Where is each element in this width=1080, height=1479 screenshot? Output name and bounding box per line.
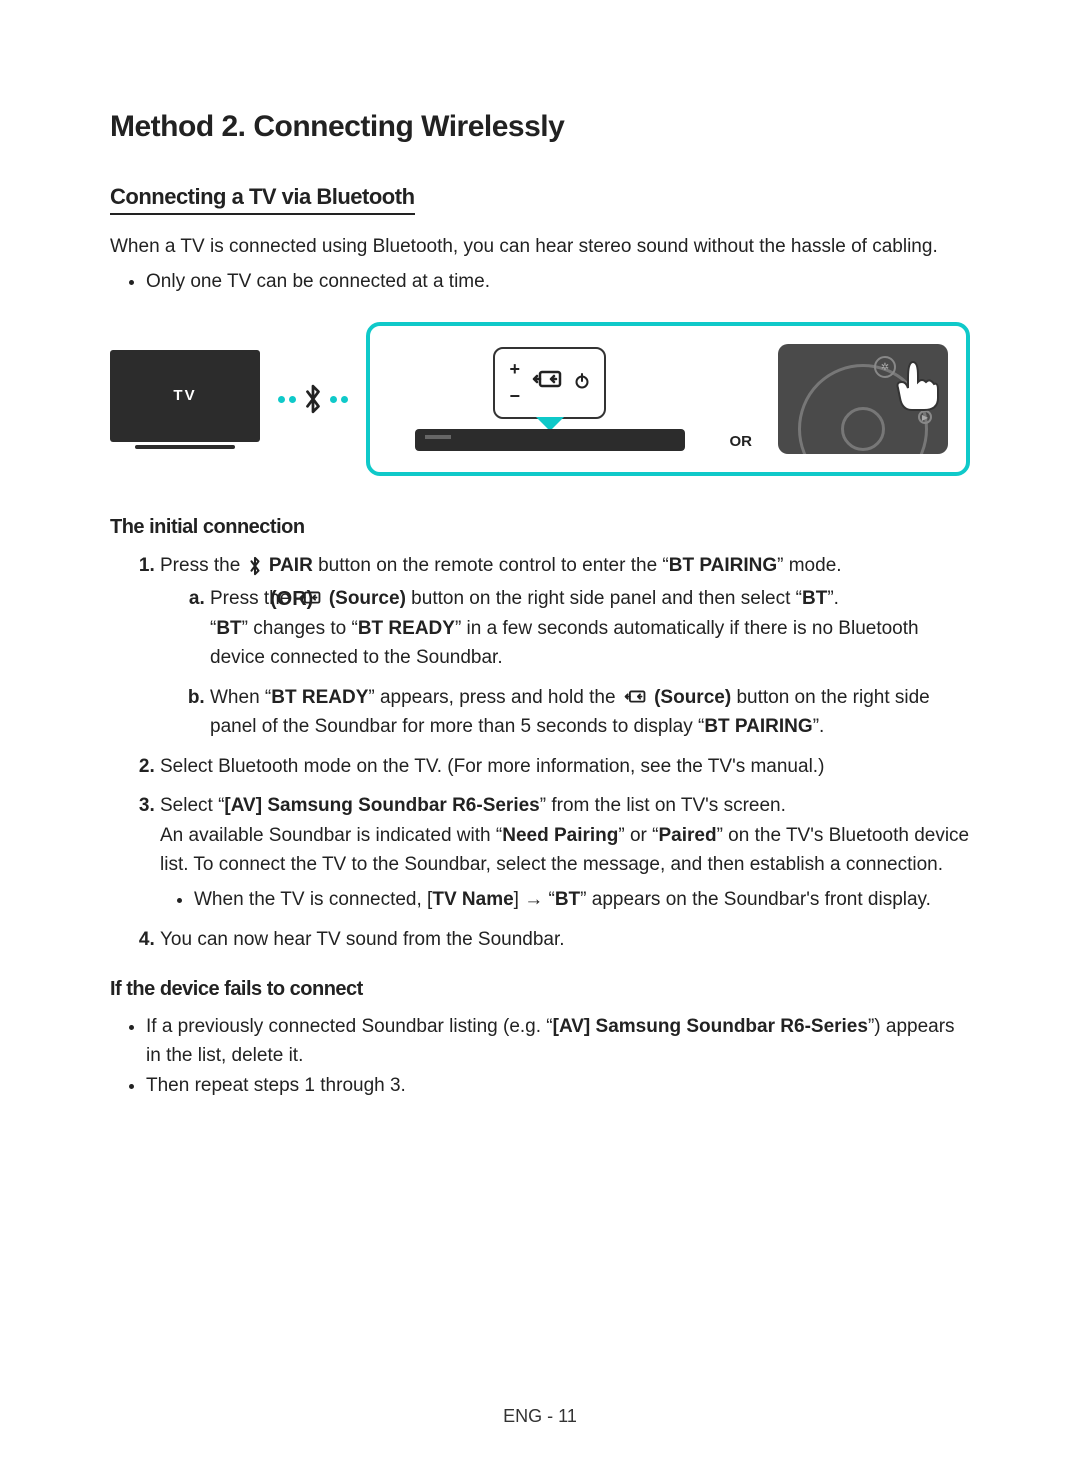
- text: ” from the list on TV's screen.: [540, 795, 786, 816]
- signal-dot: [330, 396, 337, 403]
- bt-pairing-label: BT PAIRING: [704, 716, 812, 737]
- bluetooth-icon: [302, 384, 324, 414]
- bt-label: BT: [216, 618, 241, 639]
- fail-bullets: If a previously connected Soundbar listi…: [110, 1013, 970, 1101]
- bullet-one-tv: Only one TV can be connected at a time.: [146, 268, 970, 297]
- step-3-bullets: When the TV is connected, [TV Name] → “B…: [160, 885, 970, 914]
- fail-bullet-repeat: Then repeat steps 1 through 3.: [146, 1072, 970, 1101]
- text: ” appears on the Soundbar's front displa…: [580, 889, 931, 910]
- text: ” mode.: [777, 555, 841, 576]
- substep-b: When “BT READY” appears, press and hold …: [210, 683, 970, 742]
- section-intro: When a TV is connected using Bluetooth, …: [110, 233, 970, 262]
- tv-stand: [135, 445, 235, 449]
- section-heading: Connecting a TV via Bluetooth: [110, 184, 415, 215]
- signal-dot: [341, 396, 348, 403]
- tv-label: TV: [173, 387, 196, 404]
- signal-dot: [289, 396, 296, 403]
- bt-ready-label: BT READY: [358, 618, 455, 639]
- source-label: (Source): [324, 588, 406, 609]
- soundbar-diagram-box: + − OR ✲ ▶: [366, 322, 970, 476]
- pair-label: PAIR: [264, 555, 313, 576]
- power-icon: [574, 373, 590, 394]
- section-bullets: Only one TV can be connected at a time.: [110, 268, 970, 297]
- source-label: (Source): [649, 687, 731, 708]
- initial-connection-heading: The initial connection: [110, 516, 970, 539]
- step-2: Select Bluetooth mode on the TV. (For mo…: [160, 752, 970, 781]
- page-footer: ENG - 11: [0, 1406, 1080, 1427]
- or-label: OR: [730, 433, 753, 450]
- step-3: Select “[AV] Samsung Soundbar R6-Series”…: [160, 791, 970, 915]
- bt-label: BT: [802, 588, 827, 609]
- hand-press-icon: [886, 348, 942, 417]
- tv-name-label: TV Name: [432, 889, 513, 910]
- text: ] → “: [514, 889, 555, 910]
- remote-illustration: ✲ ▶: [778, 344, 948, 454]
- bluetooth-link-icon: [274, 384, 352, 414]
- text: When “: [210, 687, 271, 708]
- device-name: [AV] Samsung Soundbar R6-Series: [224, 795, 539, 816]
- text: button on the remote control to enter th…: [313, 555, 669, 576]
- text: Press the: [160, 555, 246, 576]
- text: ” appears, press and hold the: [368, 687, 620, 708]
- method-title: Method 2. Connecting Wirelessly: [110, 110, 970, 144]
- paired-label: Paired: [658, 825, 716, 846]
- text: button on the right side panel and then …: [406, 588, 802, 609]
- remote-center-icon: [841, 407, 885, 451]
- bt-ready-label: BT READY: [271, 687, 368, 708]
- step-4: You can now hear TV sound from the Sound…: [160, 925, 970, 954]
- fail-bullet-delete: If a previously connected Soundbar listi…: [146, 1013, 970, 1070]
- text: ” or “: [618, 825, 658, 846]
- or-marker: (OR): [270, 584, 313, 615]
- source-icon: [623, 690, 647, 706]
- page: Method 2. Connecting Wirelessly Connecti…: [0, 0, 1080, 1179]
- fail-heading: If the device fails to connect: [110, 978, 970, 1001]
- initial-steps: Press the PAIR button on the remote cont…: [110, 551, 970, 954]
- or-substeps: (OR) Press the (Source) button on the ri…: [160, 584, 970, 741]
- bt-pairing-label: BT PAIRING: [669, 555, 777, 576]
- text: If a previously connected Soundbar listi…: [146, 1016, 553, 1037]
- diagram-row: TV + −: [110, 322, 970, 476]
- text: When the TV is connected, [: [194, 889, 432, 910]
- bullet-tv-connected: When the TV is connected, [TV Name] → “B…: [194, 885, 970, 914]
- text: ”.: [813, 716, 825, 737]
- text: Select “: [160, 795, 224, 816]
- substep-a: Press the (Source) button on the right s…: [210, 584, 970, 672]
- need-pairing-label: Need Pairing: [502, 825, 618, 846]
- device-name: [AV] Samsung Soundbar R6-Series: [553, 1016, 868, 1037]
- text: ” changes to “: [242, 618, 358, 639]
- source-icon: [532, 370, 562, 396]
- tv-illustration: TV: [110, 350, 260, 449]
- step-1: Press the PAIR button on the remote cont…: [160, 551, 970, 742]
- bt-label: BT: [555, 889, 580, 910]
- soundbar-illustration: [415, 429, 685, 451]
- side-panel-callout: + −: [493, 347, 606, 419]
- text: ”.: [827, 588, 839, 609]
- volume-minus-icon: −: [509, 386, 520, 407]
- bluetooth-icon: [248, 556, 262, 576]
- tv-screen: TV: [110, 350, 260, 442]
- volume-plus-icon: +: [509, 359, 520, 380]
- signal-dot: [278, 396, 285, 403]
- text: An available Soundbar is indicated with …: [160, 825, 502, 846]
